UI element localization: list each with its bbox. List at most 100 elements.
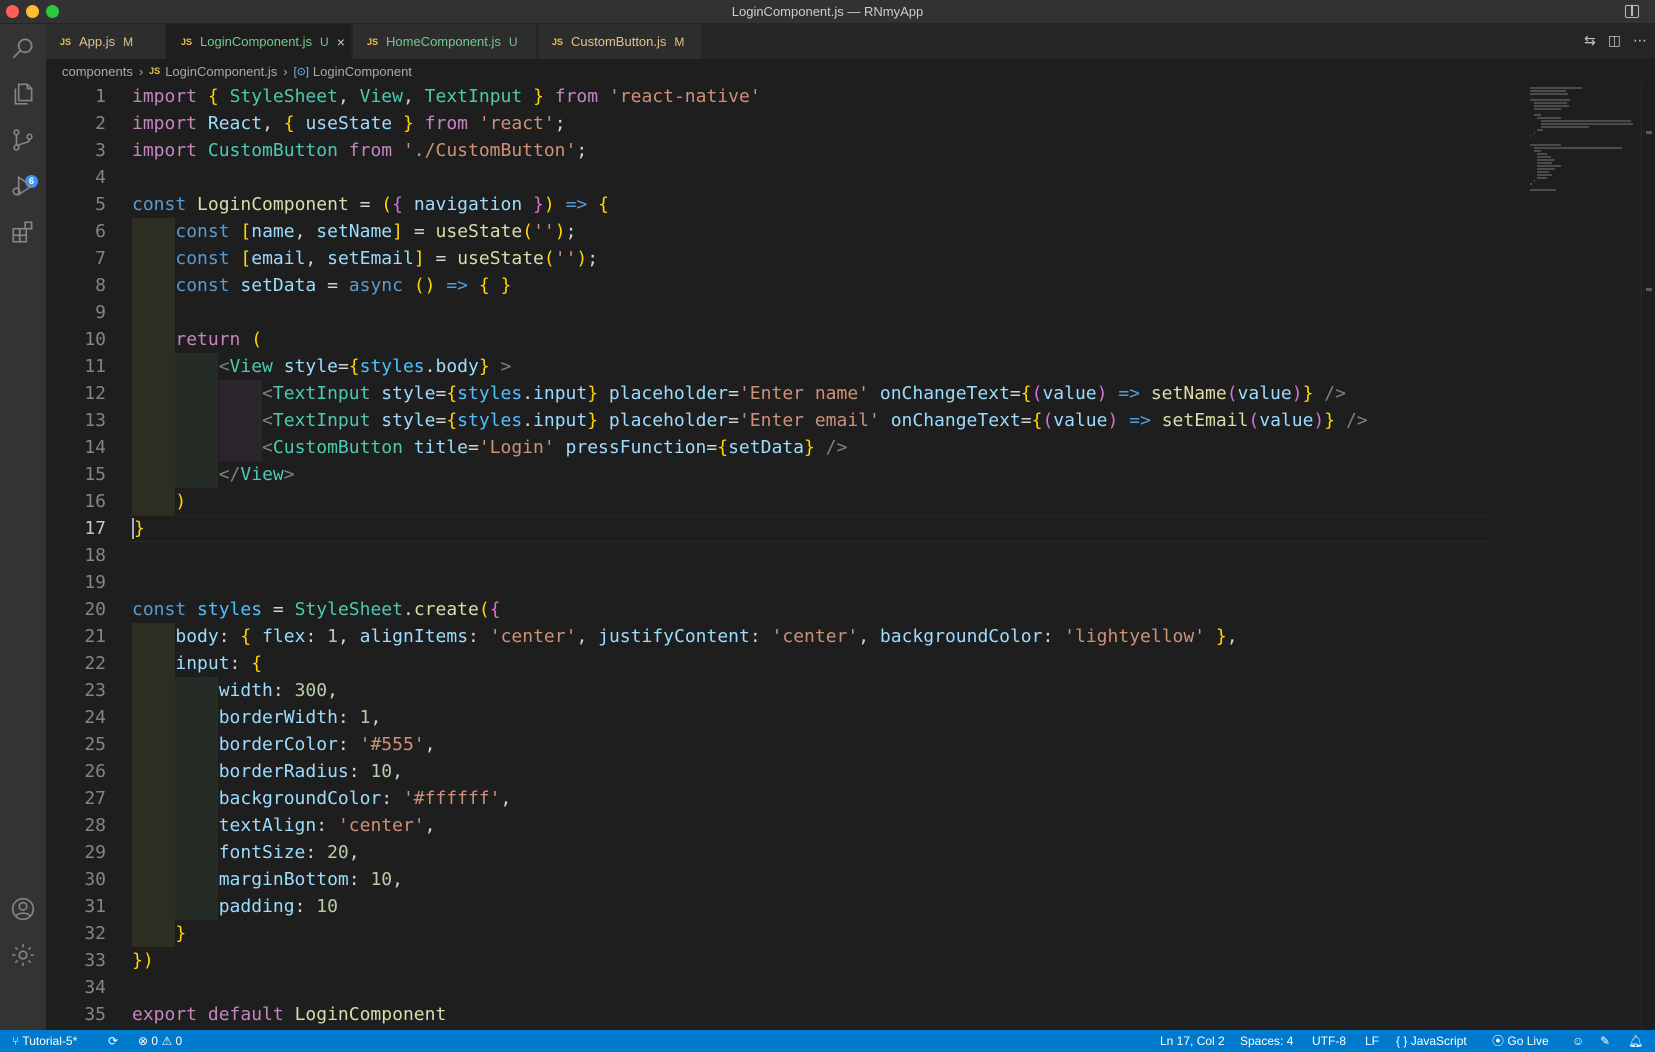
line-number[interactable]: 27 bbox=[46, 785, 106, 812]
accounts-icon[interactable] bbox=[9, 895, 37, 923]
code-line[interactable]: 17} bbox=[46, 515, 1526, 542]
line-number[interactable]: 5 bbox=[46, 191, 106, 218]
sync-icon[interactable]: ⟳ bbox=[108, 1033, 118, 1049]
code-line[interactable]: 12 <TextInput style={styles.input} place… bbox=[46, 380, 1526, 407]
line-number[interactable]: 12 bbox=[46, 380, 106, 407]
search-icon[interactable] bbox=[9, 34, 37, 62]
code-line[interactable]: 18 bbox=[46, 542, 1526, 569]
line-number[interactable]: 2 bbox=[46, 110, 106, 137]
line-number[interactable]: 23 bbox=[46, 677, 106, 704]
code-line[interactable]: 35 export default LoginComponent bbox=[46, 1001, 1526, 1028]
line-number[interactable]: 9 bbox=[46, 299, 106, 326]
source-control-icon[interactable] bbox=[9, 126, 37, 154]
code-line[interactable]: 6 const [name, setName] = useState(''); bbox=[46, 218, 1526, 245]
code-line[interactable]: 31 padding: 10 bbox=[46, 893, 1526, 920]
line-number[interactable]: 22 bbox=[46, 650, 106, 677]
code-line[interactable]: 32 } bbox=[46, 920, 1526, 947]
code-line[interactable]: 26 borderRadius: 10, bbox=[46, 758, 1526, 785]
code-editor[interactable]: 1 import { StyleSheet, View, TextInput } … bbox=[46, 83, 1526, 1030]
compare-changes-icon[interactable]: ⇆ bbox=[1584, 32, 1596, 49]
explorer-icon[interactable] bbox=[9, 80, 37, 108]
indentation-status[interactable]: Spaces: 4 bbox=[1240, 1033, 1293, 1049]
line-number[interactable]: 1 bbox=[46, 83, 106, 110]
line-number[interactable]: 21 bbox=[46, 623, 106, 650]
code-line[interactable]: 29 fontSize: 20, bbox=[46, 839, 1526, 866]
branch-status[interactable]: ⑂ Tutorial-5* bbox=[12, 1033, 77, 1049]
line-number[interactable]: 11 bbox=[46, 353, 106, 380]
code-line[interactable]: 15 </View> bbox=[46, 461, 1526, 488]
code-line[interactable]: 19 bbox=[46, 569, 1526, 596]
code-line[interactable]: 20 const styles = StyleSheet.create({ bbox=[46, 596, 1526, 623]
breadcrumb-folder[interactable]: components bbox=[62, 64, 133, 79]
extensions-icon[interactable] bbox=[9, 218, 37, 246]
copilot-icon[interactable]: ☺ bbox=[1572, 1033, 1584, 1049]
line-number[interactable]: 13 bbox=[46, 407, 106, 434]
code-line[interactable]: 3 import CustomButton from './CustomButto… bbox=[46, 137, 1526, 164]
notifications-bell-icon[interactable]: 🔔︎ bbox=[1628, 1033, 1643, 1049]
customize-layout-icon[interactable] bbox=[1625, 5, 1639, 18]
code-line[interactable]: 21 body: { flex: 1, alignItems: 'center'… bbox=[46, 623, 1526, 650]
line-number[interactable]: 35 bbox=[46, 1001, 106, 1028]
code-line[interactable]: 5 const LoginComponent = ({ navigation })… bbox=[46, 191, 1526, 218]
code-line[interactable]: 22 input: { bbox=[46, 650, 1526, 677]
more-actions-icon[interactable]: ⋯ bbox=[1633, 32, 1647, 49]
code-line[interactable]: 4 bbox=[46, 164, 1526, 191]
encoding-status[interactable]: UTF-8 bbox=[1312, 1033, 1346, 1049]
line-number[interactable]: 31 bbox=[46, 893, 106, 920]
line-number[interactable]: 24 bbox=[46, 704, 106, 731]
code-line[interactable]: 30 marginBottom: 10, bbox=[46, 866, 1526, 893]
line-number[interactable]: 7 bbox=[46, 245, 106, 272]
code-line[interactable]: 23 width: 300, bbox=[46, 677, 1526, 704]
line-number[interactable]: 29 bbox=[46, 839, 106, 866]
line-number[interactable]: 26 bbox=[46, 758, 106, 785]
code-line[interactable]: 27 backgroundColor: '#ffffff', bbox=[46, 785, 1526, 812]
line-number[interactable]: 19 bbox=[46, 569, 106, 596]
line-number[interactable]: 10 bbox=[46, 326, 106, 353]
line-number[interactable]: 30 bbox=[46, 866, 106, 893]
eol-status[interactable]: LF bbox=[1365, 1033, 1379, 1049]
manage-icon[interactable] bbox=[9, 941, 37, 969]
line-number[interactable]: 34 bbox=[46, 974, 106, 1001]
close-tab-icon[interactable]: × bbox=[337, 34, 345, 50]
code-line[interactable]: 33}) bbox=[46, 947, 1526, 974]
line-number[interactable]: 8 bbox=[46, 272, 106, 299]
breadcrumb-symbol[interactable]: LoginComponent bbox=[313, 64, 412, 79]
code-line[interactable]: 13 <TextInput style={styles.input} place… bbox=[46, 407, 1526, 434]
line-number[interactable]: 17 bbox=[46, 515, 106, 542]
run-debug-icon[interactable] bbox=[9, 172, 37, 200]
split-editor-icon[interactable]: ◫ bbox=[1608, 32, 1621, 49]
go-live-button[interactable]: ⦿ Go Live bbox=[1492, 1033, 1549, 1049]
line-number[interactable]: 4 bbox=[46, 164, 106, 191]
language-mode[interactable]: { } JavaScript bbox=[1396, 1033, 1467, 1049]
cursor-position[interactable]: Ln 17, Col 2 bbox=[1160, 1033, 1225, 1049]
problems-status[interactable]: ⊗ 0 ⚠ 0 bbox=[138, 1033, 182, 1049]
minimap[interactable] bbox=[1526, 83, 1641, 1030]
line-number[interactable]: 18 bbox=[46, 542, 106, 569]
breadcrumb-file[interactable]: LoginComponent.js bbox=[165, 64, 277, 79]
code-line[interactable]: 11 <View style={styles.body} > bbox=[46, 353, 1526, 380]
line-number[interactable]: 25 bbox=[46, 731, 106, 758]
tab-custom-button-js[interactable]: JS CustomButton.js M bbox=[538, 24, 703, 59]
line-number[interactable]: 14 bbox=[46, 434, 106, 461]
line-number[interactable]: 6 bbox=[46, 218, 106, 245]
tab-login-component-js[interactable]: JS LoginComponent.js U × bbox=[167, 24, 352, 59]
vertical-scrollbar[interactable] bbox=[1641, 83, 1655, 1030]
tab-home-component-js[interactable]: JS HomeComponent.js U bbox=[353, 24, 537, 59]
line-number[interactable]: 16 bbox=[46, 488, 106, 515]
code-line[interactable]: 9 bbox=[46, 299, 1526, 326]
tab-app-js[interactable]: JS App.js M bbox=[46, 24, 166, 59]
code-line[interactable]: 25 borderColor: '#555', bbox=[46, 731, 1526, 758]
code-line[interactable]: 28 textAlign: 'center', bbox=[46, 812, 1526, 839]
code-line[interactable]: 8 const setData = async () => { } bbox=[46, 272, 1526, 299]
code-line[interactable]: 24 borderWidth: 1, bbox=[46, 704, 1526, 731]
code-line[interactable]: 14 <CustomButton title='Login' pressFunc… bbox=[46, 434, 1526, 461]
code-line[interactable]: 1 import { StyleSheet, View, TextInput } … bbox=[46, 83, 1526, 110]
line-number[interactable]: 32 bbox=[46, 920, 106, 947]
line-number[interactable]: 33 bbox=[46, 947, 106, 974]
line-number[interactable]: 20 bbox=[46, 596, 106, 623]
code-line[interactable]: 34 bbox=[46, 974, 1526, 1001]
feedback-icon[interactable]: ✎ bbox=[1600, 1033, 1610, 1049]
code-line[interactable]: 10 return ( bbox=[46, 326, 1526, 353]
code-line[interactable]: 2 import React, { useState } from 'react'… bbox=[46, 110, 1526, 137]
code-line[interactable]: 7 const [email, setEmail] = useState('')… bbox=[46, 245, 1526, 272]
